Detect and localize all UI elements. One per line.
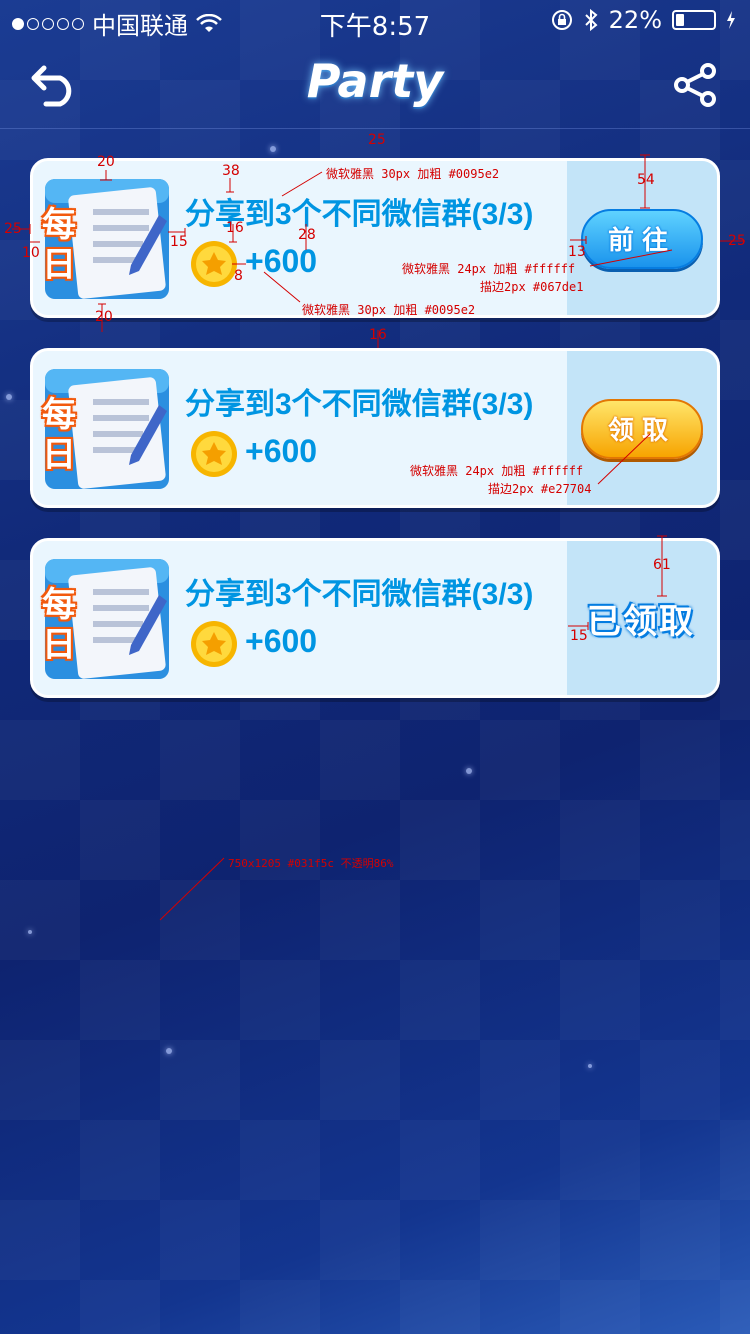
spacing-annotation: 25	[368, 132, 386, 148]
reward-amount: +600	[245, 433, 318, 469]
star-sparkle	[466, 768, 472, 774]
task-card: 每日 分享到3个不同微信群(3/3) +600 前往	[30, 158, 720, 318]
task-title: 分享到3个不同微信群(3/3)	[185, 388, 534, 421]
spacing-annotation: 25	[4, 221, 22, 237]
spacing-annotation: 61	[653, 557, 671, 573]
daily-badge: 每日	[42, 206, 76, 284]
star-sparkle	[588, 1064, 592, 1068]
spacing-annotation: 20	[95, 309, 113, 325]
task-card: 每日 分享到3个不同微信群(3/3) +600 已领取	[30, 538, 720, 698]
star-sparkle	[6, 394, 12, 400]
claim-button-font-spec-annotation: 微软雅黑 24px 加粗 #ffffff	[410, 464, 584, 478]
daily-badge: 每日	[42, 586, 76, 664]
gold-coin-icon	[191, 241, 237, 287]
status-right-group: 22%	[551, 6, 736, 34]
star-sparkle	[270, 146, 276, 152]
share-icon[interactable]	[672, 62, 720, 108]
nav-bar: Party	[0, 40, 750, 129]
spacing-annotation: 15	[170, 234, 188, 250]
spacing-annotation: 16	[226, 220, 244, 236]
daily-badge: 每日	[42, 396, 76, 474]
spacing-annotation: 20	[97, 154, 115, 170]
star-sparkle	[28, 930, 32, 934]
task-card: 每日 分享到3个不同微信群(3/3) +600 领取	[30, 348, 720, 508]
gold-coin-icon	[191, 621, 237, 667]
spacing-annotation: 25	[728, 233, 746, 249]
claim-button[interactable]: 领取	[581, 399, 703, 459]
status-bar: 中国联通 下午8:57 22%	[0, 0, 750, 42]
reward-amount: +600	[245, 243, 318, 279]
page-title: Party	[306, 54, 444, 108]
spacing-annotation: 13	[568, 244, 586, 260]
battery-fill	[676, 14, 684, 26]
title-font-spec-annotation: 微软雅黑 30px 加粗 #0095e2	[326, 167, 500, 181]
spacing-annotation: 15	[570, 628, 588, 644]
reward-amount: +600	[245, 623, 318, 659]
spacing-annotation: 10	[22, 245, 40, 261]
charging-icon	[727, 11, 735, 29]
star-sparkle	[166, 1048, 172, 1054]
bluetooth-icon	[584, 8, 598, 32]
reward-font-spec-annotation: 微软雅黑 30px 加粗 #0095e2	[302, 303, 476, 317]
background-spec-annotation: 750x1205 #031f5c 不透明86%	[228, 857, 394, 870]
spacing-annotation: 54	[637, 172, 655, 188]
spacing-annotation: 8	[234, 268, 243, 284]
go-button-stroke-spec-annotation: 描边2px #067de1	[480, 280, 584, 294]
gold-coin-icon	[191, 431, 237, 477]
battery-percent: 22%	[608, 6, 662, 34]
spacing-annotation: 16	[369, 327, 387, 343]
go-button-font-spec-annotation: 微软雅黑 24px 加粗 #ffffff	[402, 262, 576, 276]
spacing-annotation: 38	[222, 163, 240, 179]
orientation-lock-icon	[551, 10, 572, 30]
battery-icon	[672, 10, 716, 30]
task-title: 分享到3个不同微信群(3/3)	[185, 578, 534, 611]
spacing-annotation: 28	[298, 227, 316, 243]
claim-button-stroke-spec-annotation: 描边2px #e27704	[488, 482, 592, 496]
claimed-label: 已领取	[587, 603, 695, 641]
go-button[interactable]: 前往	[581, 209, 703, 269]
